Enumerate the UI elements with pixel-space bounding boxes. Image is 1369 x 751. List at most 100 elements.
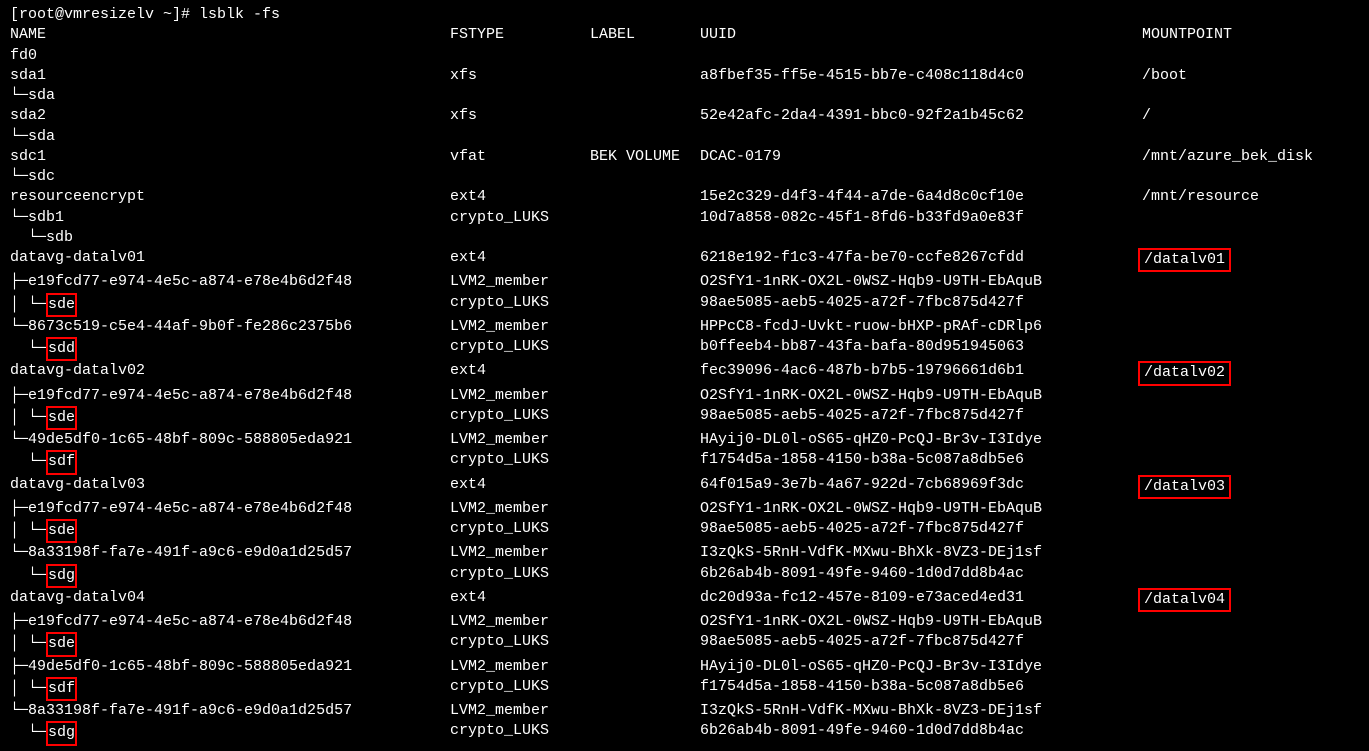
tree-prefix: └─ (10, 209, 28, 226)
label (590, 127, 700, 147)
label (590, 106, 700, 126)
fstype (450, 228, 590, 248)
device-name-text: datavg-datalv02 (10, 362, 145, 379)
tree-prefix: └─ (10, 567, 46, 584)
uuid: O2SfY1-1nRK-OX2L-0WSZ-Hqb9-U9TH-EbAquB (700, 499, 1142, 519)
device-row: │ └─sdecrypto_LUKS98ae5085-aeb5-4025-a72… (10, 519, 1359, 543)
device-name: └─sda (10, 86, 450, 106)
device-name-text: sda1 (10, 67, 46, 84)
fstype (450, 46, 590, 66)
col-header-label: LABEL (590, 25, 700, 45)
uuid: 6b26ab4b-8091-49fe-9460-1d0d7dd8b4ac (700, 564, 1142, 588)
uuid: HAyij0-DL0l-oS65-qHZ0-PcQJ-Br3v-I3Idye (700, 657, 1142, 677)
device-row: └─sdb1crypto_LUKS10d7a858-082c-45f1-8fd6… (10, 208, 1359, 228)
uuid: 10d7a858-082c-45f1-8fd6-b33fd9a0e83f (700, 208, 1142, 228)
mountpoint (1142, 208, 1359, 228)
device-row: ├─e19fcd77-e974-4e5c-a874-e78e4b6d2f48LV… (10, 386, 1359, 406)
device-row: └─8a33198f-fa7e-491f-a9c6-e9d0a1d25d57 LV… (10, 543, 1359, 563)
tree-prefix: ├─ (10, 387, 28, 404)
tree-prefix: └─ (10, 318, 28, 335)
device-name-text: resourceencrypt (10, 188, 145, 205)
mountpoint-text: /boot (1142, 67, 1187, 84)
mountpoint-text: / (1142, 107, 1151, 124)
fstype: xfs (450, 66, 590, 86)
tree-prefix: └─ (10, 128, 28, 145)
mountpoint: /boot (1142, 66, 1359, 86)
mountpoint (1142, 317, 1359, 337)
tree-prefix: │ └─ (10, 635, 46, 652)
device-name: └─49de5df0-1c65-48bf-809c-588805eda921 (10, 430, 450, 450)
col-header-fstype: FSTYPE (450, 25, 590, 45)
tree-prefix: ├─ (10, 500, 28, 517)
fstype: LVM2_member (450, 499, 590, 519)
device-row: datavg-datalv03ext464f015a9-3e7b-4a67-92… (10, 475, 1359, 499)
device-name-text: sde (46, 293, 77, 317)
uuid (700, 46, 1142, 66)
mountpoint (1142, 46, 1359, 66)
label (590, 588, 700, 612)
label (590, 337, 700, 361)
uuid: O2SfY1-1nRK-OX2L-0WSZ-Hqb9-U9TH-EbAquB (700, 612, 1142, 632)
mountpoint: /datalv04 (1142, 588, 1359, 612)
fstype: LVM2_member (450, 317, 590, 337)
device-name: │ └─sde (10, 519, 450, 543)
tree-prefix: └─ (10, 544, 28, 561)
fstype: LVM2_member (450, 272, 590, 292)
device-name-text: sdg (46, 564, 77, 588)
fstype: crypto_LUKS (450, 721, 590, 745)
device-name: datavg-datalv02 (10, 361, 450, 385)
fstype: crypto_LUKS (450, 632, 590, 656)
tree-prefix: ├─ (10, 273, 28, 290)
device-name: │ └─sde (10, 293, 450, 317)
device-row: └─sddcrypto_LUKSb0ffeeb4-bb87-43fa-bafa-… (10, 337, 1359, 361)
device-name: └─sdd (10, 337, 450, 361)
fstype: xfs (450, 106, 590, 126)
label (590, 499, 700, 519)
fstype: LVM2_member (450, 430, 590, 450)
uuid: O2SfY1-1nRK-OX2L-0WSZ-Hqb9-U9TH-EbAquB (700, 272, 1142, 292)
tree-prefix: └─ (10, 87, 28, 104)
fstype: crypto_LUKS (450, 337, 590, 361)
fstype: crypto_LUKS (450, 564, 590, 588)
mountpoint-text: /datalv03 (1138, 475, 1231, 499)
mountpoint (1142, 293, 1359, 317)
fstype: crypto_LUKS (450, 293, 590, 317)
uuid: fec39096-4ac6-487b-b7b5-19796661d6b1 (700, 361, 1142, 385)
tree-prefix: │ └─ (10, 409, 46, 426)
mountpoint-text: /datalv01 (1138, 248, 1231, 272)
tree-prefix: └─ (10, 702, 28, 719)
device-row: ├─e19fcd77-e974-4e5c-a874-e78e4b6d2f48LV… (10, 272, 1359, 292)
label (590, 430, 700, 450)
mountpoint (1142, 519, 1359, 543)
device-row: └─sdgcrypto_LUKS6b26ab4b-8091-49fe-9460-… (10, 721, 1359, 745)
mountpoint (1142, 386, 1359, 406)
uuid: O2SfY1-1nRK-OX2L-0WSZ-Hqb9-U9TH-EbAquB (700, 386, 1142, 406)
device-name: └─sdg (10, 721, 450, 745)
fstype: LVM2_member (450, 657, 590, 677)
uuid: HPPcC8-fcdJ-Uvkt-ruow-bHXP-pRAf-cDRlp6 (700, 317, 1142, 337)
device-name-text: sdg (46, 721, 77, 745)
device-name-text: fd0 (10, 47, 37, 64)
uuid: a8fbef35-ff5e-4515-bb7e-c408c118d4c0 (700, 66, 1142, 86)
device-row: │ └─sdecrypto_LUKS98ae5085-aeb5-4025-a72… (10, 293, 1359, 317)
col-header-mount: MOUNTPOINT (1142, 25, 1359, 45)
device-row: └─8a33198f-fa7e-491f-a9c6-e9d0a1d25d57LV… (10, 701, 1359, 721)
device-name-text: e19fcd77-e974-4e5c-a874-e78e4b6d2f48 (28, 387, 352, 404)
fstype: vfat (450, 147, 590, 167)
device-name: ├─e19fcd77-e974-4e5c-a874-e78e4b6d2f48 (10, 612, 450, 632)
label (590, 475, 700, 499)
device-name: datavg-datalv04 (10, 588, 450, 612)
device-row: └─sdg crypto_LUKS 6b26ab4b-8091-49fe-9460-… (10, 564, 1359, 588)
device-name-text: sdb1 (28, 209, 64, 226)
device-name-text: 8a33198f-fa7e-491f-a9c6-e9d0a1d25d57 (28, 544, 352, 561)
fstype: LVM2_member (450, 543, 590, 563)
device-name-text: 8a33198f-fa7e-491f-a9c6-e9d0a1d25d57 (28, 702, 352, 719)
label (590, 657, 700, 677)
device-row: └─sdb (10, 228, 1359, 248)
device-name-text: 8673c519-c5e4-44af-9b0f-fe286c2375b6 (28, 318, 352, 335)
mountpoint: /datalv02 (1142, 361, 1359, 385)
device-row: sdc1vfatBEK VOLUMEDCAC-0179/mnt/azure_be… (10, 147, 1359, 167)
mountpoint (1142, 499, 1359, 519)
label: BEK VOLUME (590, 147, 700, 167)
fstype: ext4 (450, 248, 590, 272)
